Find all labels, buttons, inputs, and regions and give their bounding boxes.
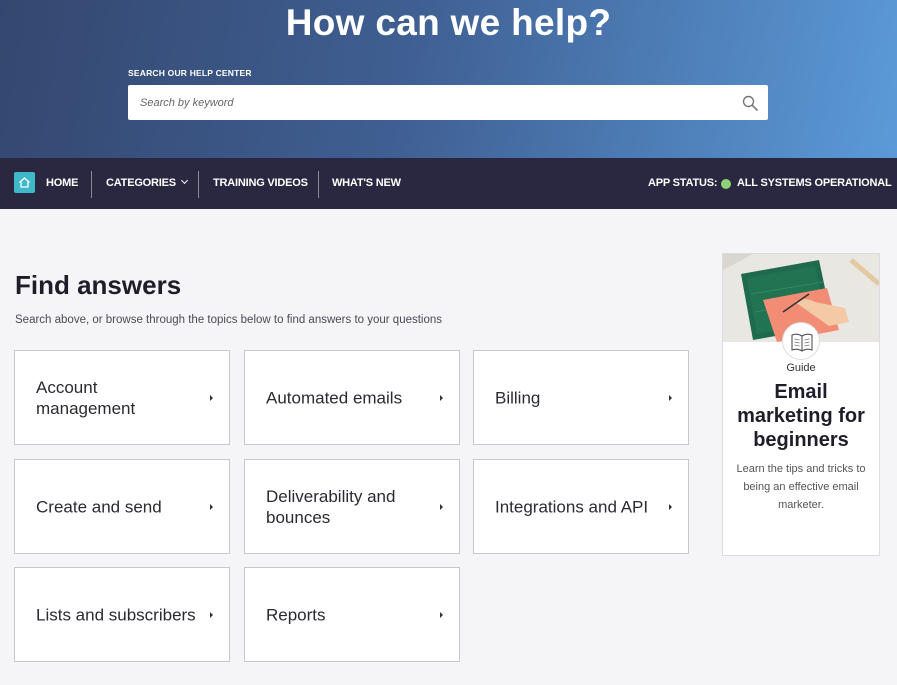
app-status-link[interactable]: ALL SYSTEMS OPERATIONAL: [737, 158, 892, 209]
guide-card[interactable]: Guide Email marketing for beginners Lear…: [722, 253, 880, 556]
arrow-right-icon: [669, 504, 672, 510]
guide-kicker: Guide: [786, 362, 816, 374]
topic-card-deliverability[interactable]: Deliverability and bounces: [244, 459, 460, 554]
search-label: SEARCH OUR HELP CENTER: [128, 68, 252, 78]
topic-card-label: Account management: [36, 377, 136, 418]
home-icon[interactable]: [14, 172, 35, 193]
topic-card-label: Reports: [266, 605, 326, 624]
topic-card-label: Integrations and API: [495, 497, 649, 516]
search-icon[interactable]: [742, 95, 758, 111]
arrow-right-icon: [210, 395, 213, 401]
main-navbar: HOME CATEGORIES TRAINING VIDEOS WHAT'S N…: [0, 158, 897, 209]
nav-divider: [198, 171, 199, 198]
nav-divider: [318, 171, 319, 198]
topic-card-label: Deliverability and bounces: [266, 486, 396, 527]
topic-card-reports[interactable]: Reports: [244, 567, 460, 662]
topic-card-lists-subscribers[interactable]: Lists and subscribers: [14, 567, 230, 662]
nav-whats-new[interactable]: WHAT'S NEW: [332, 158, 401, 209]
guide-title: Email marketing for beginners: [737, 381, 865, 451]
topic-card-account-management[interactable]: Account management: [14, 350, 230, 445]
arrow-right-icon: [440, 612, 443, 618]
topic-card-create-and-send[interactable]: Create and send: [14, 459, 230, 554]
chevron-down-icon: [180, 176, 188, 185]
hero-banner: How can we help? SEARCH OUR HELP CENTER: [0, 0, 897, 158]
arrow-right-icon: [440, 504, 443, 510]
nav-categories[interactable]: CATEGORIES: [106, 158, 188, 209]
section-subtitle: Search above, or browse through the topi…: [15, 314, 443, 326]
topic-card-label: Billing: [495, 388, 541, 407]
arrow-right-icon: [669, 395, 672, 401]
guide-description: Learn the tips and tricks to being an ef…: [736, 463, 866, 511]
nav-divider: [91, 171, 92, 198]
book-icon: [782, 322, 820, 360]
nav-home[interactable]: HOME: [46, 158, 78, 209]
topic-card-integrations-api[interactable]: Integrations and API: [473, 459, 689, 554]
nav-categories-label: CATEGORIES: [106, 177, 176, 189]
search-input[interactable]: [140, 85, 730, 120]
arrow-right-icon: [210, 612, 213, 618]
section-title: Find answers: [15, 270, 182, 300]
arrow-right-icon: [210, 504, 213, 510]
topic-card-automated-emails[interactable]: Automated emails: [244, 350, 460, 445]
topic-card-label: Lists and subscribers: [36, 605, 196, 624]
page-title: How can we help?: [285, 2, 612, 43]
topic-card-label: Automated emails: [266, 388, 403, 407]
arrow-right-icon: [440, 395, 443, 401]
topic-card-billing[interactable]: Billing: [473, 350, 689, 445]
status-indicator-icon: [721, 179, 731, 189]
nav-training-videos[interactable]: TRAINING VIDEOS: [213, 158, 308, 209]
app-status-label: APP STATUS:: [648, 177, 718, 189]
topic-card-label: Create and send: [36, 497, 162, 516]
search-box: [128, 85, 768, 120]
